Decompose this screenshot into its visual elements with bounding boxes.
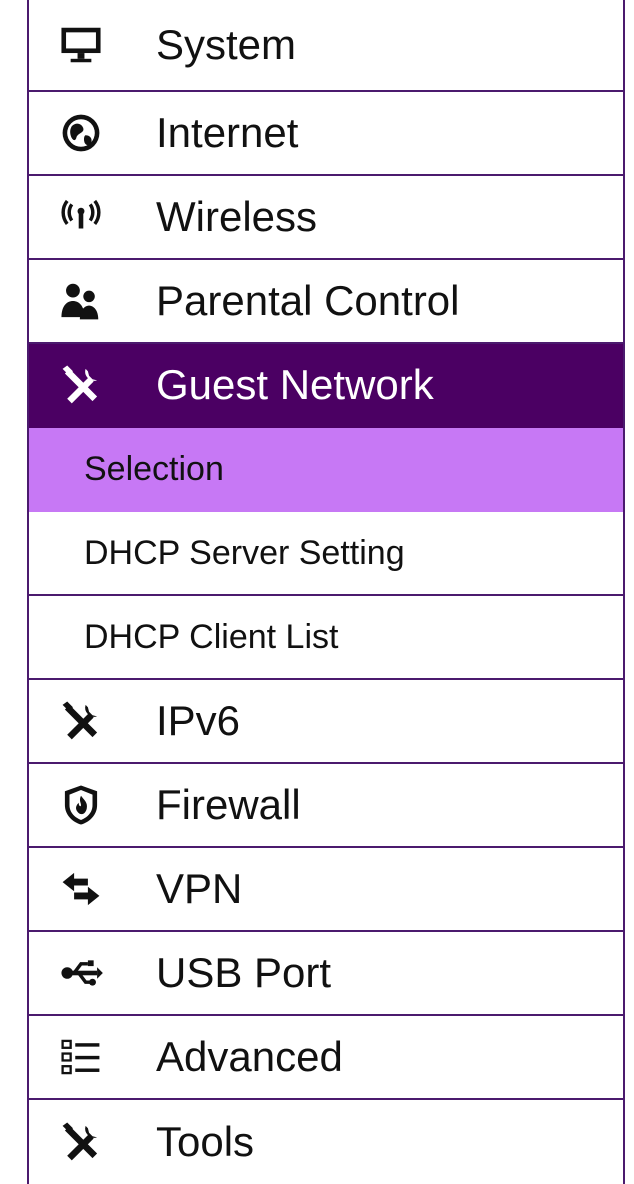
sidebar-menu: System Internet Wireless Parental Contro… bbox=[27, 0, 625, 1184]
menu-item-label: System bbox=[156, 21, 297, 68]
menu-item-vpn[interactable]: VPN bbox=[29, 848, 623, 932]
menu-item-label: Guest Network bbox=[156, 361, 434, 408]
monitor-icon bbox=[51, 15, 111, 75]
list-icon bbox=[51, 1027, 111, 1087]
menu-item-guest-network[interactable]: Guest Network bbox=[29, 344, 623, 428]
wireless-signal-icon bbox=[51, 187, 111, 247]
menu-item-wireless[interactable]: Wireless bbox=[29, 176, 623, 260]
menu-item-internet[interactable]: Internet bbox=[29, 92, 623, 176]
menu-item-label: Advanced bbox=[156, 1033, 343, 1080]
shield-fire-icon bbox=[51, 775, 111, 835]
submenu-item-dhcp-server-setting[interactable]: DHCP Server Setting bbox=[29, 512, 623, 596]
submenu-item-label: DHCP Client List bbox=[84, 617, 339, 656]
menu-item-label: Parental Control bbox=[156, 277, 460, 324]
menu-item-firewall[interactable]: Firewall bbox=[29, 764, 623, 848]
menu-item-system[interactable]: System bbox=[29, 0, 623, 92]
menu-item-advanced[interactable]: Advanced bbox=[29, 1016, 623, 1100]
submenu-item-label: Selection bbox=[84, 449, 224, 488]
swap-arrows-icon bbox=[51, 859, 111, 919]
submenu-item-dhcp-client-list[interactable]: DHCP Client List bbox=[29, 596, 623, 680]
menu-item-label: IPv6 bbox=[156, 697, 241, 744]
usb-icon bbox=[51, 943, 111, 1003]
menu-item-usb-port[interactable]: USB Port bbox=[29, 932, 623, 1016]
menu-item-label: USB Port bbox=[156, 949, 332, 996]
menu-item-label: Firewall bbox=[156, 781, 301, 828]
menu-item-label: Internet bbox=[156, 109, 299, 156]
users-icon bbox=[51, 271, 111, 331]
submenu-item-selection[interactable]: Selection bbox=[29, 428, 623, 512]
menu-item-label: VPN bbox=[156, 865, 243, 912]
wrench-screwdriver-icon bbox=[51, 1112, 111, 1172]
wrench-screwdriver-icon bbox=[51, 691, 111, 751]
menu-item-parental-control[interactable]: Parental Control bbox=[29, 260, 623, 344]
menu-item-label: Tools bbox=[156, 1118, 255, 1165]
menu-item-tools[interactable]: Tools bbox=[29, 1100, 623, 1184]
menu-item-ipv6[interactable]: IPv6 bbox=[29, 680, 623, 764]
wrench-screwdriver-icon bbox=[51, 355, 111, 415]
menu-item-label: Wireless bbox=[156, 193, 318, 240]
globe-icon bbox=[51, 103, 111, 163]
submenu-item-label: DHCP Server Setting bbox=[84, 533, 405, 572]
